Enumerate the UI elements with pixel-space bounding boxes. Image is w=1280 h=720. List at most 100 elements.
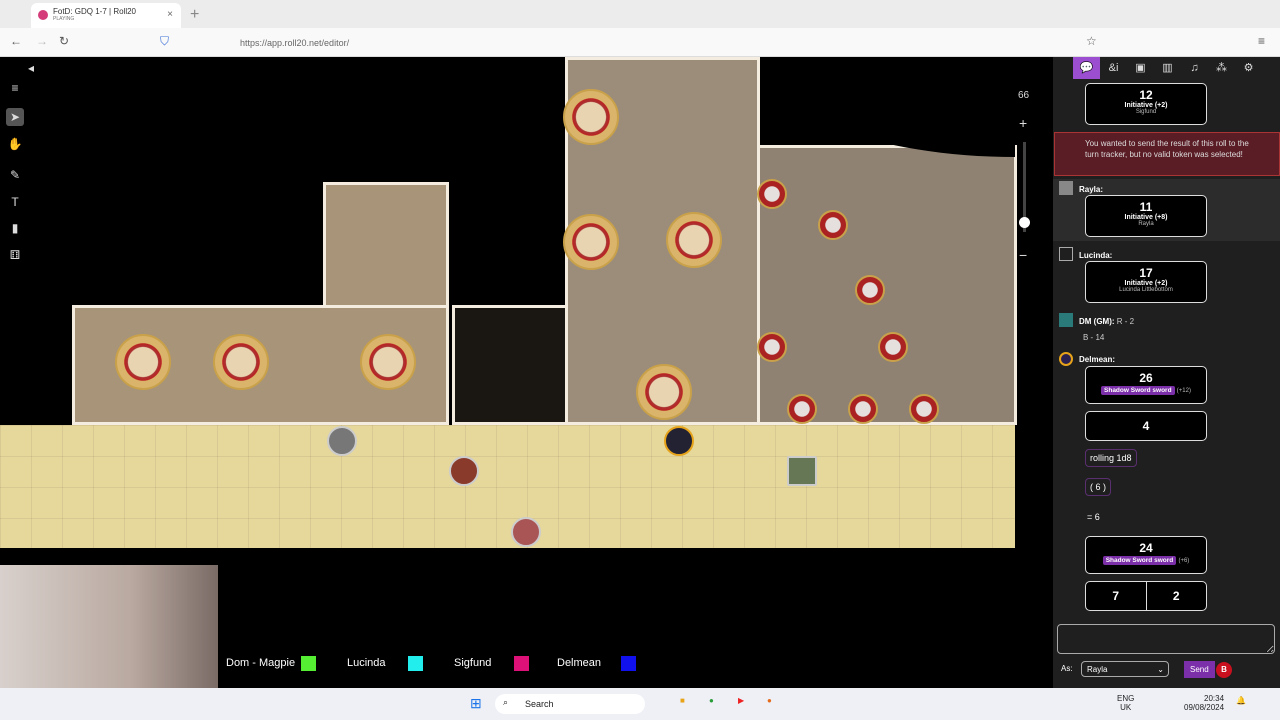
- collections-tab-icon[interactable]: ⁂: [1208, 57, 1235, 79]
- jukebox-tab-icon[interactable]: ♫: [1181, 57, 1208, 79]
- select-tool-icon[interactable]: ➤: [6, 108, 24, 126]
- url-field[interactable]: https://app.roll20.net/editor/: [240, 38, 349, 48]
- roll-card: 12 Initiative (+2) Sigfund: [1085, 83, 1207, 125]
- player-token[interactable]: [787, 456, 817, 486]
- monster-token[interactable]: [757, 179, 787, 209]
- monster-token[interactable]: [666, 212, 722, 268]
- legend-label: Sigfund: [454, 657, 492, 669]
- chat-tab-icon[interactable]: 💬: [1073, 57, 1100, 79]
- monster-token[interactable]: [787, 394, 817, 424]
- monster-token[interactable]: [636, 364, 692, 420]
- notification-bell-icon[interactable]: 🔔: [1236, 696, 1246, 705]
- error-message: You wanted to send the result of this ro…: [1054, 132, 1280, 176]
- avatar: [1059, 352, 1073, 366]
- roll-modifier: (+12): [1176, 388, 1191, 394]
- avatar: [1059, 181, 1073, 195]
- player-token[interactable]: [511, 517, 541, 547]
- windows-start-icon[interactable]: ⊞: [470, 695, 482, 712]
- text-tool-icon[interactable]: T: [6, 193, 24, 211]
- back-icon[interactable]: ←: [10, 34, 22, 48]
- roll-character: Sigfund: [1135, 109, 1157, 115]
- new-tab-button[interactable]: +: [190, 6, 199, 24]
- roll-value: 7: [1086, 582, 1147, 610]
- roll-card: 17 Initiative (+2) Lucinda Littlebottom: [1085, 261, 1207, 303]
- damage-card: 72: [1085, 581, 1207, 611]
- dice-icon[interactable]: ⚅: [6, 246, 24, 264]
- roll-label: Initiative (+8): [1124, 214, 1168, 221]
- monster-token[interactable]: [563, 89, 619, 145]
- pan-hand-icon[interactable]: ✋: [6, 135, 24, 153]
- language-indicator[interactable]: ENG UK: [1117, 694, 1134, 712]
- firefox-icon[interactable]: ●: [767, 696, 772, 705]
- zoom-slider[interactable]: [1019, 142, 1030, 232]
- collapse-icon[interactable]: ◂: [22, 59, 40, 77]
- monster-token[interactable]: [563, 214, 619, 270]
- forward-icon[interactable]: →: [36, 34, 48, 48]
- player-token[interactable]: [327, 426, 357, 456]
- speaking-as-select[interactable]: Rayla ⌄: [1081, 661, 1169, 677]
- settings-tab-icon[interactable]: ⚙: [1235, 57, 1262, 79]
- chat-message: B - 14: [1083, 333, 1105, 342]
- roll-character: Lucinda Littlebottom: [1119, 287, 1173, 293]
- monster-token[interactable]: [878, 332, 908, 362]
- roll-value: 12: [1139, 88, 1153, 102]
- chrome-icon[interactable]: ●: [709, 696, 714, 705]
- zoom-in-button[interactable]: +: [1019, 115, 1027, 131]
- monster-token[interactable]: [848, 394, 878, 424]
- youtube-icon[interactable]: ▶: [738, 696, 744, 705]
- monster-token[interactable]: [115, 334, 171, 390]
- browser-tab[interactable]: FotD: GDQ 1-7 | Roll20 PLAYING ×: [31, 3, 181, 28]
- map-room-north: [323, 182, 449, 312]
- monster-token[interactable]: [757, 332, 787, 362]
- roll-value: 4: [1142, 419, 1150, 433]
- lang-region: UK: [1120, 703, 1132, 712]
- roll-value: 17: [1139, 266, 1153, 280]
- bookmark-star-icon[interactable]: ☆: [1086, 34, 1097, 48]
- monster-token[interactable]: [360, 334, 416, 390]
- chat-message: R - 2: [1116, 317, 1135, 326]
- menu-icon[interactable]: ≡: [6, 79, 24, 97]
- weapon-label: Shadow Sword sword: [1102, 556, 1177, 565]
- monster-token[interactable]: [855, 275, 885, 305]
- zoom-out-button[interactable]: −: [1019, 247, 1027, 263]
- chat-input[interactable]: [1057, 624, 1275, 654]
- monster-token[interactable]: [909, 394, 939, 424]
- map-room-east: [757, 145, 1017, 425]
- roll-modifier: (+6): [1178, 558, 1190, 564]
- clock[interactable]: 20:34 09/08/2024: [1184, 694, 1224, 712]
- legend-swatch: [301, 656, 316, 671]
- taskbar: ⊞ ⌕ Search ■ ● ▶ ● ENG UK 20:34 09/08/2024 …: [0, 688, 1280, 720]
- weapon-label: Shadow Sword sword: [1101, 386, 1175, 395]
- shield-icon[interactable]: ⛉: [160, 34, 169, 49]
- file-explorer-icon[interactable]: ■: [680, 696, 685, 705]
- zoom-readout: 66: [1018, 90, 1030, 101]
- draw-tool-icon[interactable]: ✎: [6, 166, 24, 184]
- monster-token[interactable]: [213, 334, 269, 390]
- speaker-name: Delmean:: [1079, 355, 1116, 364]
- player-token[interactable]: [449, 456, 479, 486]
- speaking-as-value: Rayla: [1087, 665, 1108, 674]
- player-token[interactable]: [664, 426, 694, 456]
- reload-icon[interactable]: ↻: [59, 34, 69, 48]
- roll-label: Initiative (+2): [1124, 280, 1168, 287]
- lang-code: ENG: [1117, 694, 1135, 703]
- avatar: [1059, 247, 1073, 261]
- taskbar-search[interactable]: ⌕ Search: [495, 694, 645, 714]
- tab-title: FotD: GDQ 1-7 | Roll20: [53, 7, 136, 16]
- speaking-as-label: As:: [1061, 664, 1073, 673]
- monster-token[interactable]: [818, 210, 848, 240]
- library-tab-icon[interactable]: ▥: [1154, 57, 1181, 79]
- journal-tab-icon[interactable]: ▣: [1127, 57, 1154, 79]
- clock-date: 09/08/2024: [1184, 703, 1225, 712]
- close-tab-icon[interactable]: ×: [167, 9, 173, 20]
- menu-icon[interactable]: ≡: [1258, 34, 1265, 48]
- ruler-icon[interactable]: ▮: [6, 219, 24, 237]
- roll20-favicon-icon: [38, 10, 48, 20]
- roll-character: Rayla: [1138, 221, 1154, 227]
- chat-panel: 💬 &i ▣ ▥ ♫ ⁂ ⚙ 12 Initiative (+2) Sigfund …: [1053, 57, 1280, 688]
- send-button[interactable]: Send: [1184, 661, 1215, 678]
- beyond20-icon[interactable]: B: [1216, 662, 1232, 678]
- roll-label: Initiative (+2): [1124, 102, 1168, 109]
- compendium-tab-icon[interactable]: &i: [1100, 57, 1127, 79]
- search-icon: ⌕: [503, 697, 509, 707]
